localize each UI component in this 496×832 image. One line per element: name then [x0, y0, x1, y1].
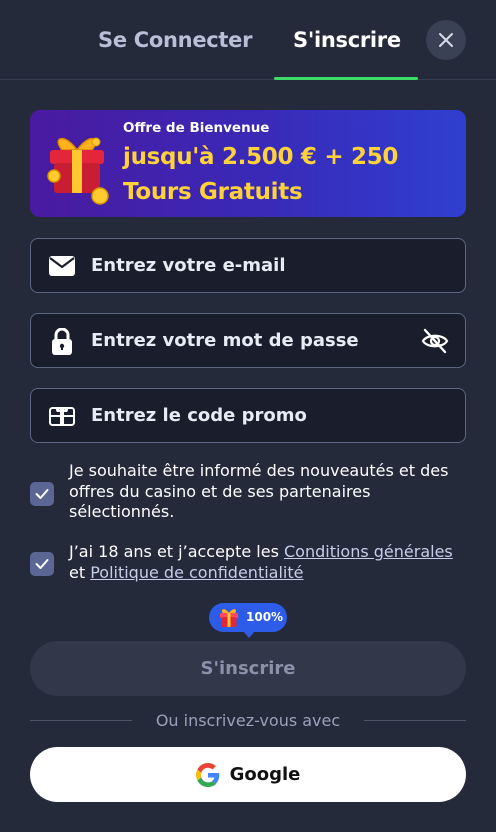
newsletter-checkbox[interactable] — [30, 482, 54, 506]
auth-tabs: Se Connecter S'inscrire — [0, 0, 496, 80]
newsletter-consent: Je souhaite être informé des nouveautés … — [30, 461, 466, 525]
divider-right — [364, 720, 466, 721]
password-input[interactable] — [91, 314, 421, 367]
terms-text-prefix: J’ai 18 ans et j’accepte les — [69, 542, 284, 561]
banner-offer-text: jusqu'à 2.500 € + 250 Tours Gratuits — [123, 144, 399, 205]
email-field[interactable] — [30, 238, 466, 293]
terms-checkbox[interactable] — [30, 552, 54, 576]
welcome-offer-banner: Offre de Bienvenue jusqu'à 2.500 € + 250… — [30, 110, 466, 217]
signup-modal: Se Connecter S'inscrire Offre de Bienven… — [0, 0, 496, 832]
promo-code-field[interactable] — [30, 388, 466, 443]
checkmark-icon — [35, 559, 49, 569]
terms-consent-text: J’ai 18 ans et j’accepte les Conditions … — [69, 542, 469, 583]
bonus-progress-badge: 100% — [209, 603, 287, 638]
lock-icon — [48, 327, 76, 355]
google-icon — [195, 762, 219, 787]
checkmark-icon — [35, 489, 49, 499]
tab-login[interactable]: Se Connecter — [98, 28, 252, 62]
gift-icon — [47, 137, 109, 205]
newsletter-consent-text: Je souhaite être informé des nouveautés … — [69, 461, 449, 521]
signup-submit-button[interactable]: S'inscrire — [30, 641, 466, 696]
bonus-progress-label: 100% — [246, 610, 284, 624]
google-button-label: Google — [229, 764, 301, 785]
terms-text-mid: et — [69, 562, 91, 582]
tab-signup[interactable]: S'inscrire — [293, 28, 401, 62]
gift-icon — [220, 609, 238, 627]
password-field[interactable] — [30, 313, 466, 368]
email-icon — [48, 253, 76, 279]
active-tab-indicator — [274, 77, 418, 80]
google-signin-button[interactable]: Google — [30, 747, 466, 802]
close-icon — [439, 33, 453, 47]
terms-conditions-link[interactable]: Conditions générales — [284, 542, 453, 561]
eye-off-icon[interactable] — [421, 327, 449, 355]
gift-card-icon — [48, 403, 76, 429]
privacy-policy-link[interactable]: Politique de confidentialité — [90, 563, 303, 582]
promo-code-input[interactable] — [91, 389, 421, 442]
close-button[interactable] — [426, 20, 466, 60]
banner-subtitle: Offre de Bienvenue — [123, 120, 270, 136]
terms-consent: J’ai 18 ans et j’accepte les Conditions … — [30, 542, 466, 586]
email-input[interactable] — [91, 239, 421, 292]
